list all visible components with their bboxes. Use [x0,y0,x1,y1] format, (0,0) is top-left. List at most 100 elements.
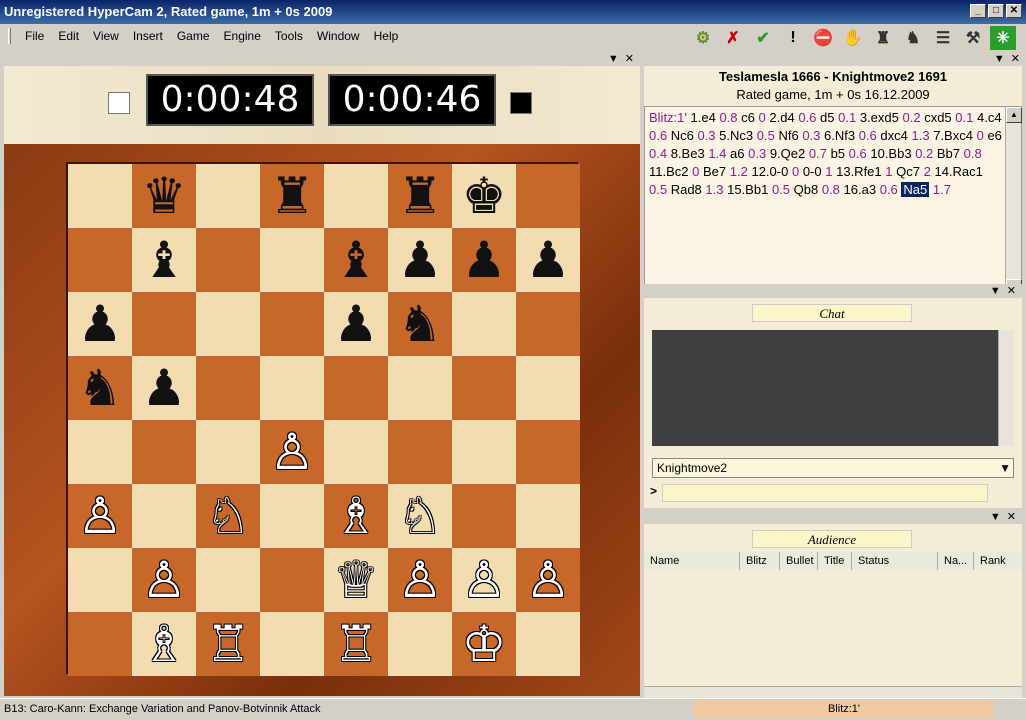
white-pawn-piece[interactable]: ♙ [270,427,315,477]
board-square[interactable] [516,356,580,420]
notation-panel[interactable]: Blitz:1' 1.e4 0.8 c6 0 2.d4 0.6 d5 0.1 3… [644,106,1022,296]
black-bishop-piece[interactable]: ♝ [334,235,379,285]
board-square[interactable] [68,228,132,292]
move-token[interactable]: b5 [831,146,845,161]
move-token[interactable]: Be7 [703,164,726,179]
board-square[interactable]: ♟ [132,356,196,420]
col-rank[interactable]: Rank [974,552,1022,570]
board-square[interactable]: ♗ [324,484,388,548]
col-bullet[interactable]: Bullet [780,552,818,570]
chevron-down-icon[interactable]: ▼ [608,52,619,66]
move-token[interactable]: Rad8 [671,182,702,197]
black-pawn-piece[interactable]: ♟ [398,235,443,285]
board-square[interactable]: ♝ [132,228,196,292]
menu-engine[interactable]: Engine [224,29,261,43]
col-status[interactable]: Status [852,552,938,570]
white-pawn-piece[interactable]: ♙ [142,555,187,605]
board-square[interactable] [324,420,388,484]
board-square[interactable]: ♟ [388,228,452,292]
board-square[interactable] [516,612,580,676]
board-square[interactable] [132,420,196,484]
board-square[interactable]: ♞ [68,356,132,420]
move-token[interactable]: Na5 [901,182,930,197]
white-pawn-piece[interactable]: ♙ [526,555,571,605]
board-square[interactable] [132,292,196,356]
move-token[interactable]: d5 [820,110,834,125]
board-square[interactable]: ♙ [68,484,132,548]
chevron-down-icon[interactable]: ▼ [990,510,1001,524]
black-king-piece[interactable]: ♚ [462,171,507,221]
move-token[interactable]: 1.e4 [691,110,716,125]
board-square[interactable]: ♕ [324,548,388,612]
cross-icon[interactable]: ✗ [720,26,746,50]
chess-board[interactable]: ♛ ♜ ♜ ♚ ♝ ♝ ♟ ♟ ♟ ♟ ♟ ♞ ♞ ♟ ♙ ♙ ♘ ♗ ♘ ♙ ♕ ♙ ♙ ♙ ♗ ♖ ♖ ♔ [66,162,580,676]
board-square[interactable]: ♟ [452,228,516,292]
board-square[interactable] [196,292,260,356]
board-square[interactable]: ♛ [132,164,196,228]
white-rook-piece[interactable]: ♖ [206,619,251,669]
board-square[interactable]: ♙ [452,548,516,612]
exclaim-icon[interactable]: ! [780,26,806,50]
move-token[interactable]: 4.c4 [977,110,1002,125]
white-bishop-piece[interactable]: ♗ [142,619,187,669]
board-square[interactable] [388,612,452,676]
board-square[interactable] [452,356,516,420]
board-square[interactable] [260,484,324,548]
move-token[interactable]: e6 [987,128,1001,143]
chevron-down-icon[interactable]: ▼ [994,52,1005,66]
col-name[interactable]: Name [644,552,740,570]
move-token[interactable]: Bb7 [937,146,960,161]
move-token[interactable]: 11.Bc2 [649,164,689,179]
move-token[interactable]: 5.Nc3 [719,128,753,143]
move-token[interactable]: Nc6 [671,128,694,143]
move-token[interactable]: dxc4 [880,128,907,143]
move-token[interactable]: 9.Qe2 [770,146,805,161]
white-rook-piece[interactable]: ♖ [334,619,379,669]
board-square[interactable] [516,292,580,356]
board-square[interactable]: ♜ [260,164,324,228]
menu-view[interactable]: View [93,29,119,43]
board-square[interactable] [452,484,516,548]
board-square[interactable]: ♘ [388,484,452,548]
move-token[interactable]: 7.Bxc4 [933,128,973,143]
black-rook-piece[interactable]: ♜ [398,171,443,221]
move-token[interactable]: Qb8 [794,182,819,197]
menu-help[interactable]: Help [374,29,399,43]
board-square[interactable]: ♚ [452,164,516,228]
board-square[interactable]: ♞ [388,292,452,356]
white-pawn-piece[interactable]: ♙ [78,491,123,541]
move-token[interactable]: 10.Bb3 [870,146,911,161]
menu-edit[interactable]: Edit [58,29,79,43]
board-square[interactable] [516,164,580,228]
move-token[interactable]: 14.Rac1 [934,164,982,179]
board-square[interactable]: ♙ [388,548,452,612]
black-queen-piece[interactable]: ♛ [142,171,187,221]
board-square[interactable]: ♜ [388,164,452,228]
robot-icon[interactable]: ♜ [870,26,896,50]
move-token[interactable]: 8.Be3 [671,146,705,161]
board-square[interactable] [324,356,388,420]
board-square[interactable] [68,612,132,676]
board-square[interactable] [260,612,324,676]
close-icon[interactable]: ✕ [1007,510,1016,524]
board-square[interactable] [196,356,260,420]
board-square[interactable] [196,420,260,484]
maximize-button[interactable]: □ [988,4,1004,18]
chevron-down-icon[interactable]: ▼ [999,459,1011,477]
move-token[interactable]: 12.0-0 [751,164,788,179]
menu-insert[interactable]: Insert [133,29,163,43]
board-square[interactable]: ♘ [196,484,260,548]
move-token[interactable]: cxd5 [924,110,951,125]
chat-input[interactable] [662,484,988,502]
white-queen-piece[interactable]: ♕ [334,555,379,605]
black-pawn-piece[interactable]: ♟ [142,363,187,413]
close-icon[interactable]: ✕ [1007,284,1016,298]
board-square[interactable] [132,484,196,548]
board-square[interactable] [260,228,324,292]
board-square[interactable]: ♖ [324,612,388,676]
black-rook-piece[interactable]: ♜ [270,171,315,221]
group-icon[interactable]: ♞ [900,26,926,50]
settings-icon[interactable]: ⚒ [960,26,986,50]
black-knight-piece[interactable]: ♞ [78,363,123,413]
board-square[interactable] [68,420,132,484]
